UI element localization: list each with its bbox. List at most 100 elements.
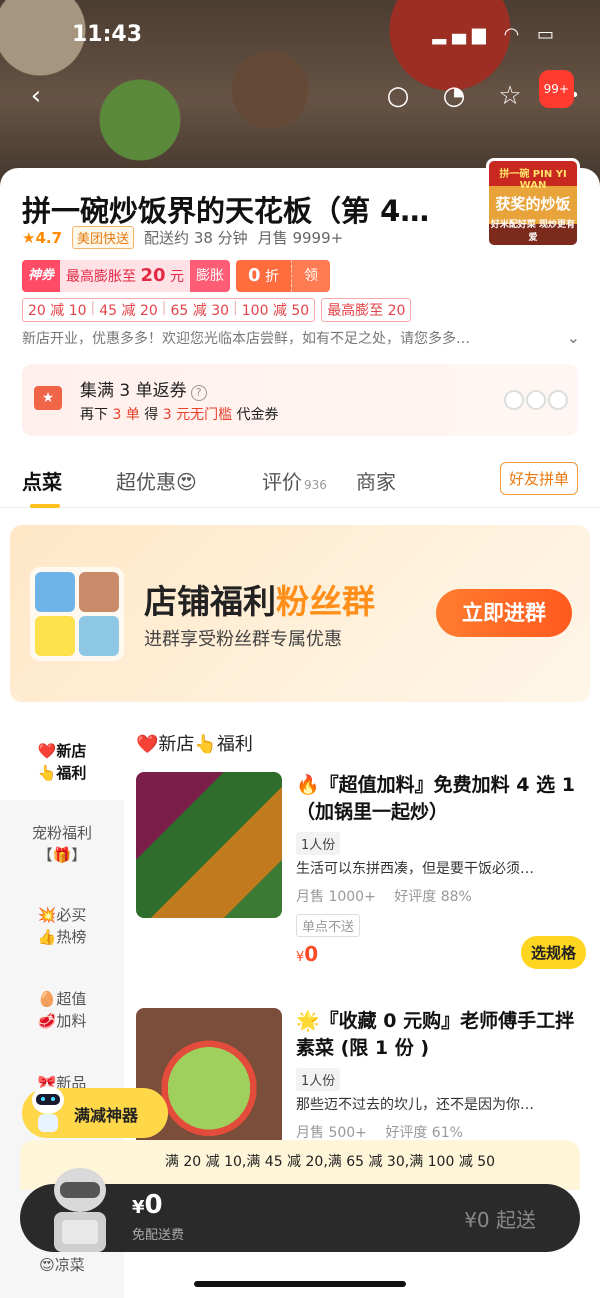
section-title: ❤️新店👆福利 [136, 734, 253, 755]
product-sales: 月售 500+ [296, 1125, 367, 1141]
collect-rebate-card[interactable]: ★ 集满 3 单返券? 再下 3 单 得 3 元无门槛 代金券 [22, 364, 578, 436]
tab-super-deals[interactable]: 超优惠😍 [116, 466, 197, 495]
coupon-separator: | [90, 300, 96, 316]
favorite-icon[interactable]: ☆ [492, 78, 528, 114]
banner-title: 店铺福利粉丝群 [144, 575, 375, 623]
shenquan-prefix: 最高膨胀至 [66, 269, 137, 285]
shenquan-boost-button[interactable]: 膨胀 [189, 260, 230, 292]
logo-top-text: 拼一碗 PIN YI WAN [499, 169, 567, 191]
sidebar-item-label: 【🎁】 [37, 846, 87, 864]
progress-dot [504, 390, 524, 410]
delivery-time: 配送约 38 分钟 [144, 229, 248, 247]
discount-coupon[interactable]: 0 折 领 [235, 260, 330, 292]
product-description: 那些迈不过去的坎儿，还不是因为你… [296, 1097, 534, 1113]
product-name: 🌟『收藏 0 元购』老师傅手工拌素菜 (限 1 份 ) [296, 1010, 575, 1059]
delivery-fee-note: 免配送费 [132, 1228, 185, 1243]
monthly-sales: 月售 9999+ [257, 229, 344, 247]
collect-sub-count: 3 单 [112, 407, 140, 423]
product-rating: 好评度 88% [394, 889, 472, 905]
minimum-order: ¥0 起送 [464, 1208, 536, 1232]
single-order-not-delivered-tag: 单点不送 [296, 914, 361, 937]
promo-row: 神券 最高膨胀至 20 元 膨胀 0 折 领 [22, 260, 330, 292]
sidebar-item-label: 👆福利 [37, 764, 87, 782]
tab-order[interactable]: 点菜 [22, 466, 62, 495]
logo-foot-text: 好米配好菜 现炒更有爱 [490, 220, 576, 243]
product-rating: 好评度 61% [385, 1125, 463, 1141]
cart-total: ¥0 [132, 1190, 163, 1220]
shop-logo[interactable]: 拼一碗 PIN YI WAN 获奖的炒饭 好米配好菜 现炒更有爱 [486, 158, 580, 248]
product-card[interactable]: 🌟『收藏 0 元购』老师傅手工拌素菜 (限 1 份 ) 1人份 那些迈不过去的坎… [136, 1008, 586, 1154]
avatar [79, 616, 119, 656]
tab-reviews[interactable]: 评价 936 [262, 466, 327, 495]
product-sales: 月售 1000+ [296, 889, 376, 905]
shop-meta: ★4.7 美团快送 配送约 38 分钟 月售 9999+ [22, 226, 343, 249]
sidebar-item-label: 🥩加料 [37, 1012, 87, 1030]
sidebar-item-hot[interactable]: 💥必买 👍热榜 [0, 904, 124, 948]
discount-helper-button[interactable]: 满减神器 [22, 1086, 168, 1138]
logo-main-text: 获奖的炒饭 [495, 195, 571, 213]
back-icon[interactable]: ‹ [18, 78, 54, 114]
avatar [35, 572, 75, 612]
collect-title: 集满 3 单返券? [80, 376, 207, 401]
ticket-icon: ★ [34, 386, 62, 410]
shop-info-card: 拼一碗炒饭界的天花板（第 4… 拼一碗 PIN YI WAN 获奖的炒饭 好米配… [0, 158, 600, 458]
shop-tabs: 点菜 超优惠😍 评价 936 商家 好友拼单 [0, 458, 600, 508]
banner-title-a: 店铺福利 [144, 582, 276, 621]
top-nav: ‹ ○ ◔ ☆ ••• 99+ [0, 70, 600, 118]
coupon-item: 45 减 20 [99, 303, 158, 319]
more-icon[interactable]: ••• 99+ [538, 70, 582, 114]
tab-reviews-label: 评价 [262, 470, 302, 494]
progress-dot [548, 390, 568, 410]
product-image[interactable] [136, 772, 282, 918]
coupon-item: 20 减 10 [28, 303, 87, 319]
product-description: 生活可以东拼西凑，但是要干饭必须… [296, 861, 534, 877]
collect-sub-mid: 得 [144, 407, 159, 423]
chevron-down-icon[interactable]: ⌄ [567, 328, 580, 347]
product-price: ¥0 [296, 942, 318, 966]
group-order-button[interactable]: 好友拼单 [499, 462, 578, 495]
full-reduction-row[interactable]: 20 减 10 | 45 减 20 | 65 减 30 | 100 减 50 最高膨至… [22, 298, 412, 322]
join-group-button[interactable]: 立即进群 [436, 589, 572, 637]
sidebar-item-add-ons[interactable]: 🥚超值 🥩加料 [0, 988, 124, 1032]
sidebar-item-fan-benefits[interactable]: 宠粉福利 【🎁】 [0, 822, 124, 866]
avatar [35, 616, 75, 656]
collect-sub-suffix: 代金券 [236, 407, 279, 423]
shop-notice[interactable]: 新店开业，优惠多多！欢迎您光临本店尝鲜，如有不足之处，请您多多… [22, 328, 542, 348]
cart-robot-icon[interactable] [40, 1160, 120, 1260]
status-bar: 11:43 ▂▄▆ ◠ ▭ [0, 20, 600, 52]
search-icon[interactable]: ○ [380, 78, 416, 114]
claim-button[interactable]: 领 [290, 260, 330, 292]
coupon-separator: | [233, 300, 238, 316]
product-name: 🔥『超值加料』免费加料 4 选 1（加锅里一起炒） [296, 774, 575, 823]
sidebar-item-label: ❤️新店 [37, 742, 87, 760]
product-stats: 月售 500+ 好评度 61% [296, 1122, 477, 1142]
collect-sub-prefix: 再下 [80, 407, 108, 423]
price-value: 0 [304, 942, 319, 966]
help-icon[interactable]: ? [190, 385, 207, 401]
tab-merchant[interactable]: 商家 [356, 466, 396, 495]
sidebar-item-label: 🥚超值 [37, 990, 87, 1008]
discount-value: 0 折 [235, 260, 291, 292]
customer-service-icon[interactable]: ◔ [436, 78, 472, 114]
review-count: 936 [304, 478, 327, 492]
product-card[interactable]: 🔥『超值加料』免费加料 4 选 1（加锅里一起炒） 1人份 生活可以东拼西凑，但… [136, 772, 586, 972]
coupon-separator: | [161, 300, 167, 316]
progress-dots [504, 390, 568, 410]
status-icons: ▂▄▆ ◠ ▭ [432, 24, 560, 45]
banner-subtitle: 进群享受粉丝群专属优惠 [144, 629, 342, 650]
discount-unit: 折 [264, 269, 279, 285]
avatar [79, 572, 119, 612]
sidebar-item-new-store[interactable]: ❤️新店 👆福利 [0, 720, 124, 800]
shenquan-coupon[interactable]: 神券 最高膨胀至 20 元 膨胀 [22, 260, 230, 292]
collect-title-text: 集满 3 单返券 [80, 381, 187, 401]
notification-badge: 99+ [538, 70, 574, 108]
delivery-tag: 美团快送 [72, 226, 135, 249]
status-time: 11:43 [72, 22, 143, 47]
portion-tag: 1人份 [296, 832, 341, 855]
cart-currency: ¥ [132, 1197, 145, 1218]
discount-amount: 0 [247, 265, 261, 286]
fans-group-banner[interactable]: 店铺福利粉丝群 进群享受粉丝群专属优惠 立即进群 [10, 525, 590, 702]
select-spec-button[interactable]: 选规格 [520, 936, 586, 969]
coupon-item: 65 减 30 [170, 303, 230, 319]
shenquan-suffix: 元 [169, 269, 184, 285]
